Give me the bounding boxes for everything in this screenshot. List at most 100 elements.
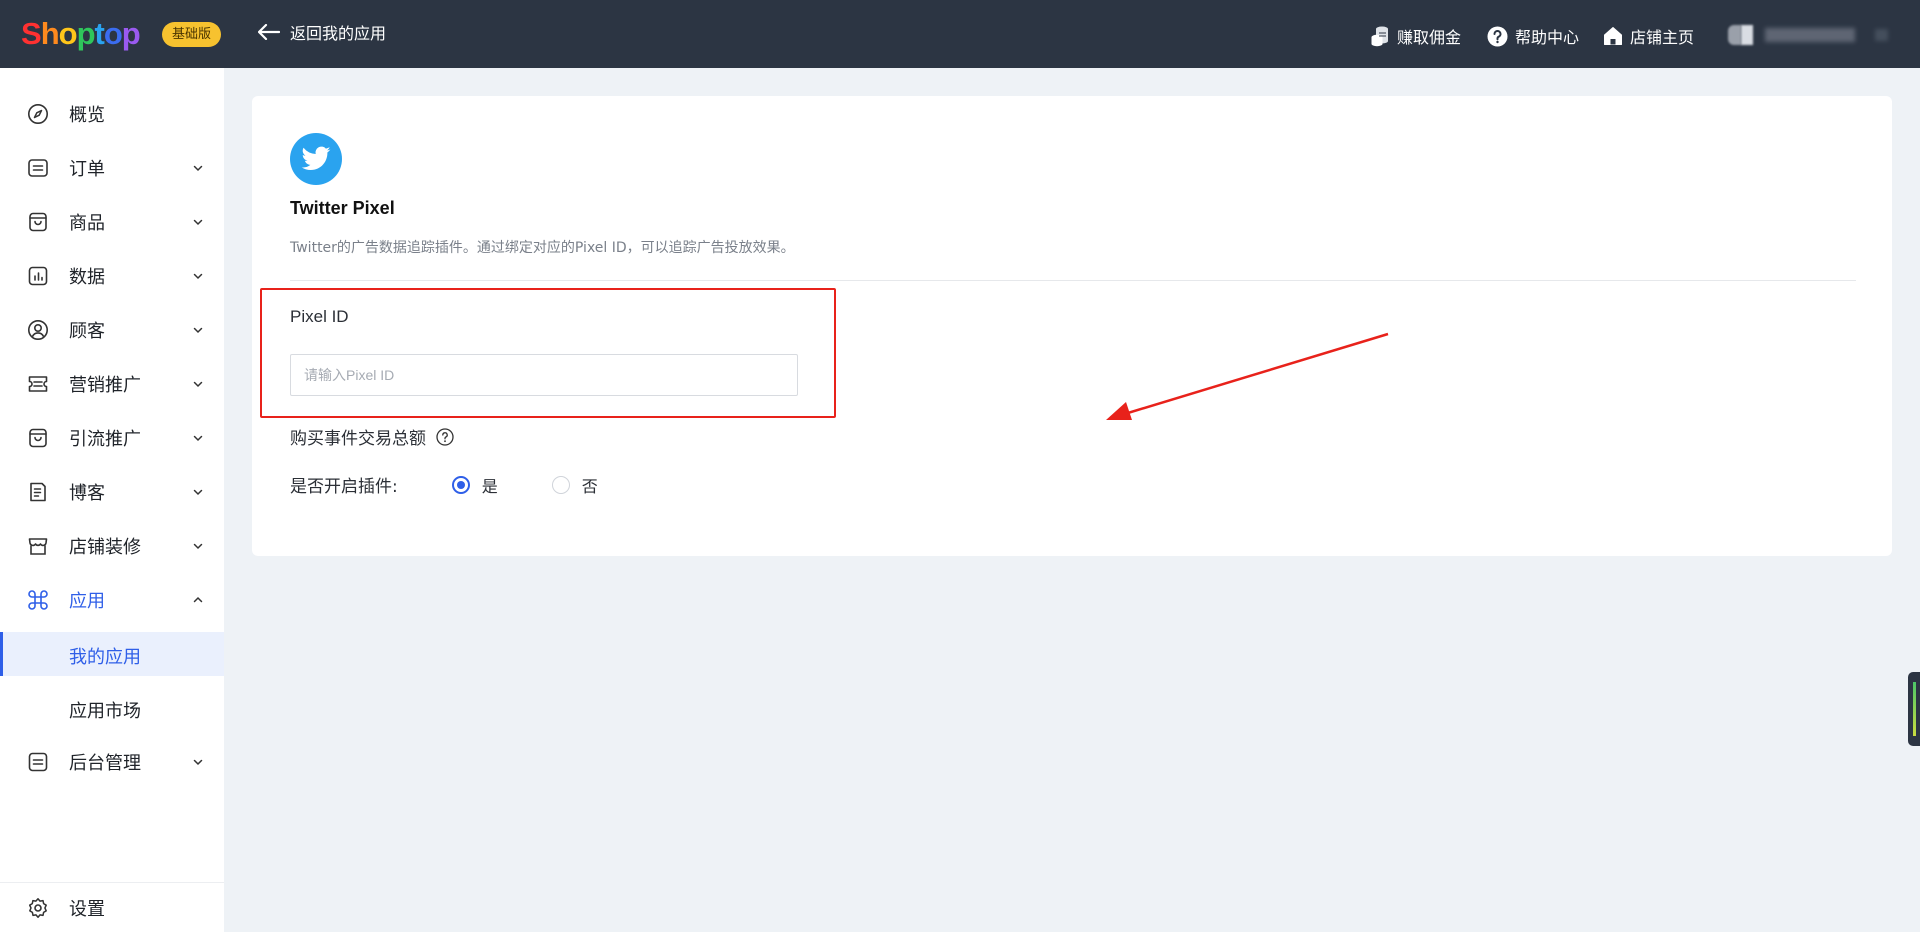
chevron-down-icon [193,435,203,442]
bag-icon [29,428,47,448]
logo-letter: p [76,16,96,51]
sidebar-item-label: 顾客 [69,321,105,342]
chart-icon [28,266,48,286]
sidebar-item-label: 营销推广 [69,375,141,396]
question-circle-icon[interactable] [436,427,454,446]
help-center-link[interactable]: 帮助中心 [1487,24,1579,48]
arrow-left-icon [258,24,280,40]
avatar-edge [1741,25,1753,45]
divider [290,280,1856,281]
sidebar-subitem-app-market[interactable]: 应用市场 [0,686,224,730]
help-icon [1487,26,1508,46]
sidebar-item-label: 概览 [69,105,105,126]
radio-yes[interactable]: 是 [451,473,498,497]
twitter-bird-icon [301,146,331,170]
logo-letter: p [121,16,141,51]
shop-icon [28,538,48,555]
sidebar-subitem-label: 应用市场 [69,701,141,722]
chevron-down-icon [193,273,203,280]
app-settings-card: Twitter Pixel Twitter的广告数据追踪插件。通过绑定对应的Pi… [252,96,1892,556]
chevron-down-icon [193,759,203,766]
logo-letter: t [94,16,105,51]
coins-icon [1371,26,1388,47]
level-indicator [1913,682,1916,736]
sidebar-item-label: 引流推广 [69,429,141,450]
sidebar-item-admin[interactable]: 后台管理 [0,740,224,784]
logo-letter: S [21,16,42,51]
bag-icon [29,212,47,232]
document-icon [30,482,46,502]
admin-icon [28,752,48,772]
sidebar-item-label: 应用 [69,591,105,612]
sidebar-item-label: 数据 [69,267,105,288]
chevron-down-icon [193,327,203,334]
earn-commission-label: 赚取佣金 [1397,28,1462,47]
logo-letter: o [103,16,123,51]
enable-plugin-label: 是否开启插件: [290,477,398,497]
purchase-event-label: 购买事件交易总额 [290,429,426,449]
sidebar-item-products[interactable]: 商品 [0,200,224,244]
back-link-label: 返回我的应用 [290,24,387,43]
sidebar-item-traffic[interactable]: 引流推广 [0,416,224,460]
order-icon [28,159,48,177]
sidebar-item-label: 店铺装修 [69,537,141,558]
compass-icon [28,104,48,124]
radio-yes-label: 是 [481,476,498,496]
enable-plugin-row: 是否开启插件: 是 否 [290,472,598,497]
back-to-my-apps-link[interactable]: 返回我的应用 [258,20,386,44]
sidebar-item-store-design[interactable]: 店铺装修 [0,524,224,568]
sidebar-item-data[interactable]: 数据 [0,254,224,298]
sidebar-item-apps[interactable]: 应用 [0,578,224,622]
earn-commission-link[interactable]: 赚取佣金 [1370,24,1461,48]
radio-unchecked-icon [551,475,570,494]
logo-letter: h [40,16,60,51]
store-home-link[interactable]: 店铺主页 [1603,24,1694,48]
shoptop-logo[interactable]: Shoptop [21,16,141,52]
house-icon [1604,27,1622,45]
sidebar-item-label: 后台管理 [69,753,141,774]
user-icon [28,320,48,340]
radio-no[interactable]: 否 [551,473,598,497]
sidebar-subitem-my-apps[interactable]: 我的应用 [0,632,224,676]
chevron-down-icon [193,381,203,388]
sidebar-item-label: 博客 [69,483,105,504]
purchase-event-row: 购买事件交易总额 [290,424,454,449]
annotation-arrow [1106,332,1389,420]
sidebar-footer: 设置 [0,882,224,932]
floating-side-widget[interactable] [1908,672,1920,746]
radio-checked-icon [451,475,470,494]
chevron-down-icon [193,165,203,172]
store-home-label: 店铺主页 [1630,28,1695,47]
pixel-id-label: Pixel ID [290,307,349,326]
sidebar-subitem-label: 我的应用 [69,647,141,668]
logo-letter: o [58,16,78,51]
user-account-menu[interactable] [1728,24,1889,46]
gear-icon [28,898,47,918]
sidebar-item-label: 商品 [69,213,105,234]
dropdown-icon [1874,29,1889,41]
top-bar: Shoptop 基础版 返回我的应用 赚取佣金 帮助中心 店铺主页 [0,0,1920,68]
sidebar-item-overview[interactable]: 概览 [0,92,224,136]
radio-no-label: 否 [581,476,598,496]
sidebar-item-customers[interactable]: 顾客 [0,308,224,352]
sidebar-item-label: 设置 [69,899,105,920]
sidebar-item-blog[interactable]: 博客 [0,470,224,514]
sidebar-item-marketing[interactable]: 营销推广 [0,362,224,406]
help-center-label: 帮助中心 [1515,28,1580,47]
twitter-logo [290,133,342,185]
chevron-down-icon [193,543,203,550]
edition-badge: 基础版 [162,22,222,47]
sidebar-item-label: 订单 [69,159,105,180]
app-description: Twitter的广告数据追踪插件。通过绑定对应的Pixel ID，可以追踪广告投… [290,240,795,256]
command-icon [28,590,48,610]
sidebar: 概览 订单 商品 数据 顾客 营销推广 引流推广 博客 店铺装修 应用 我的应用… [0,68,224,932]
pixel-id-input[interactable] [290,354,798,396]
chevron-down-icon [193,489,203,496]
avatar [1728,25,1742,45]
sidebar-item-orders[interactable]: 订单 [0,146,224,190]
sidebar-item-settings[interactable]: 设置 [0,886,224,930]
app-title: Twitter Pixel [290,198,395,218]
chevron-down-icon [193,219,203,226]
user-name-blurred [1764,28,1855,42]
chevron-up-icon [193,596,203,603]
